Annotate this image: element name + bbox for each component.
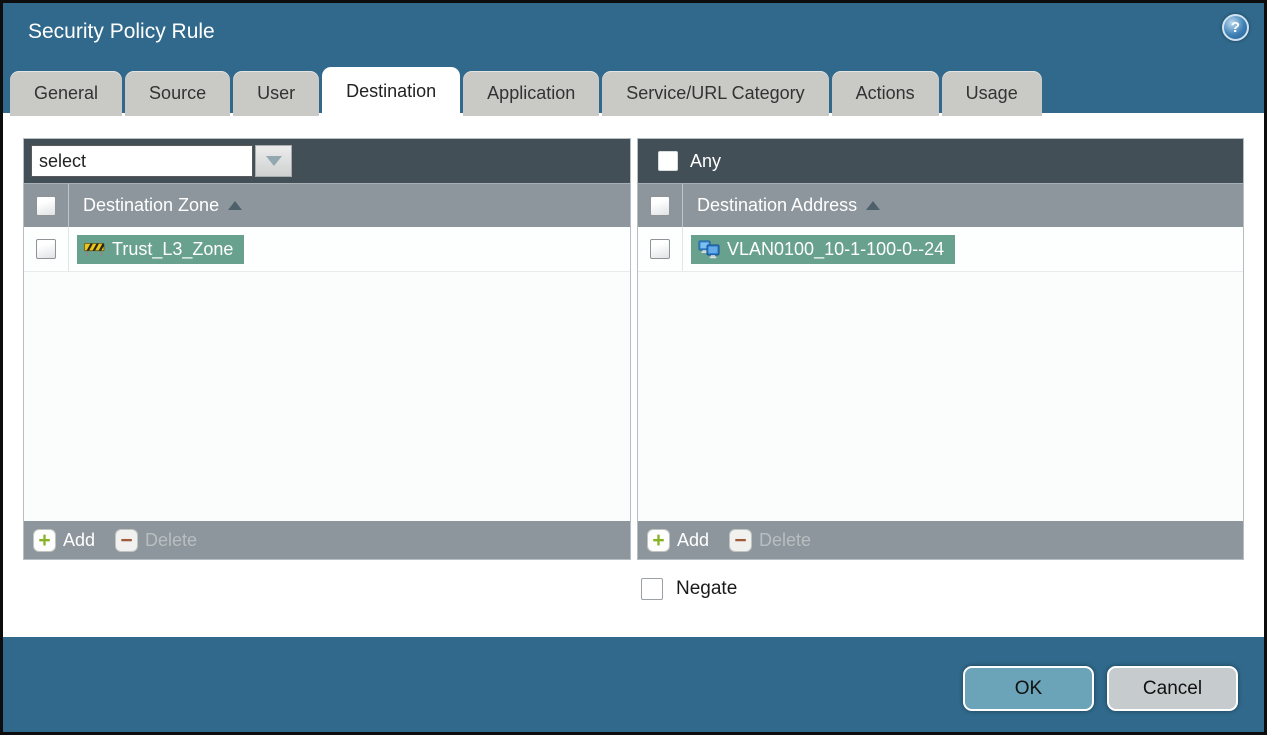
tab-user[interactable]: User [233,71,320,116]
address-column-label[interactable]: Destination Address [697,195,857,216]
chevron-down-icon [265,156,282,166]
help-icon[interactable]: ? [1222,14,1249,41]
tab-source[interactable]: Source [125,71,231,116]
zone-panel-footer: + Add − Delete [24,521,630,559]
ok-button[interactable]: OK [963,666,1094,711]
zone-icon [84,243,105,256]
delete-icon: − [115,528,139,552]
add-icon: + [647,528,670,552]
destination-tab-content: Destination Zone [3,113,1264,637]
address-item-label: VLAN0100_10-1-100-0--24 [727,238,945,259]
tab-usage[interactable]: Usage [941,71,1042,116]
zone-column-header: Destination Zone [24,183,630,227]
tab-application[interactable]: Application [463,71,600,116]
delete-icon: − [729,528,753,552]
address-icon [698,240,720,258]
address-any-label: Any [690,150,722,171]
dialog-title: Security Policy Rule [28,20,215,43]
negate-checkbox[interactable] [641,578,663,600]
zone-delete-button[interactable]: − Delete [115,528,197,552]
tab-actions[interactable]: Actions [831,71,939,116]
address-panel-footer: + Add − Delete [638,521,1243,559]
address-delete-button[interactable]: − Delete [729,528,811,552]
zone-item-label: Trust_L3_Zone [112,238,234,259]
cancel-button[interactable]: Cancel [1107,666,1238,711]
tab-bar: General Source User Destination Applicat… [10,67,1042,116]
address-row-checkbox[interactable] [650,239,670,259]
zone-filter-dropdown-button[interactable] [255,145,292,177]
zone-item-trust-l3-zone[interactable]: Trust_L3_Zone [77,234,245,264]
zone-filter-bar [24,139,630,183]
zone-filter-input[interactable] [31,145,253,177]
address-select-all-checkbox[interactable] [650,195,670,216]
zone-list: Trust_L3_Zone [24,227,630,521]
zone-add-button[interactable]: + Add [33,528,95,552]
add-icon: + [33,528,56,552]
address-column-header: Destination Address [638,183,1243,227]
destination-address-panel: Any Destination Address VLAN0100_10-1-10… [637,138,1244,560]
tab-destination[interactable]: Destination [322,67,461,116]
tab-general[interactable]: General [10,71,123,116]
table-row: Trust_L3_Zone [24,227,630,272]
tab-service-url-category[interactable]: Service/URL Category [602,71,829,116]
address-any-bar: Any [638,139,1243,183]
address-item-vlan0100[interactable]: VLAN0100_10-1-100-0--24 [691,234,956,264]
sort-asc-icon [866,201,881,210]
zone-select-all-checkbox[interactable] [36,195,56,216]
address-any-checkbox[interactable] [657,151,678,171]
zone-column-label[interactable]: Destination Zone [83,195,219,216]
negate-label: Negate [676,578,738,599]
negate-option: Negate [641,578,737,600]
zone-row-checkbox[interactable] [36,239,56,259]
security-policy-rule-dialog: Security Policy Rule ? General Source Us… [0,0,1267,735]
address-add-button[interactable]: + Add [647,528,709,552]
table-row: VLAN0100_10-1-100-0--24 [638,227,1243,272]
sort-asc-icon [228,201,243,210]
destination-zone-panel: Destination Zone [23,138,631,560]
address-list: VLAN0100_10-1-100-0--24 [638,227,1243,521]
